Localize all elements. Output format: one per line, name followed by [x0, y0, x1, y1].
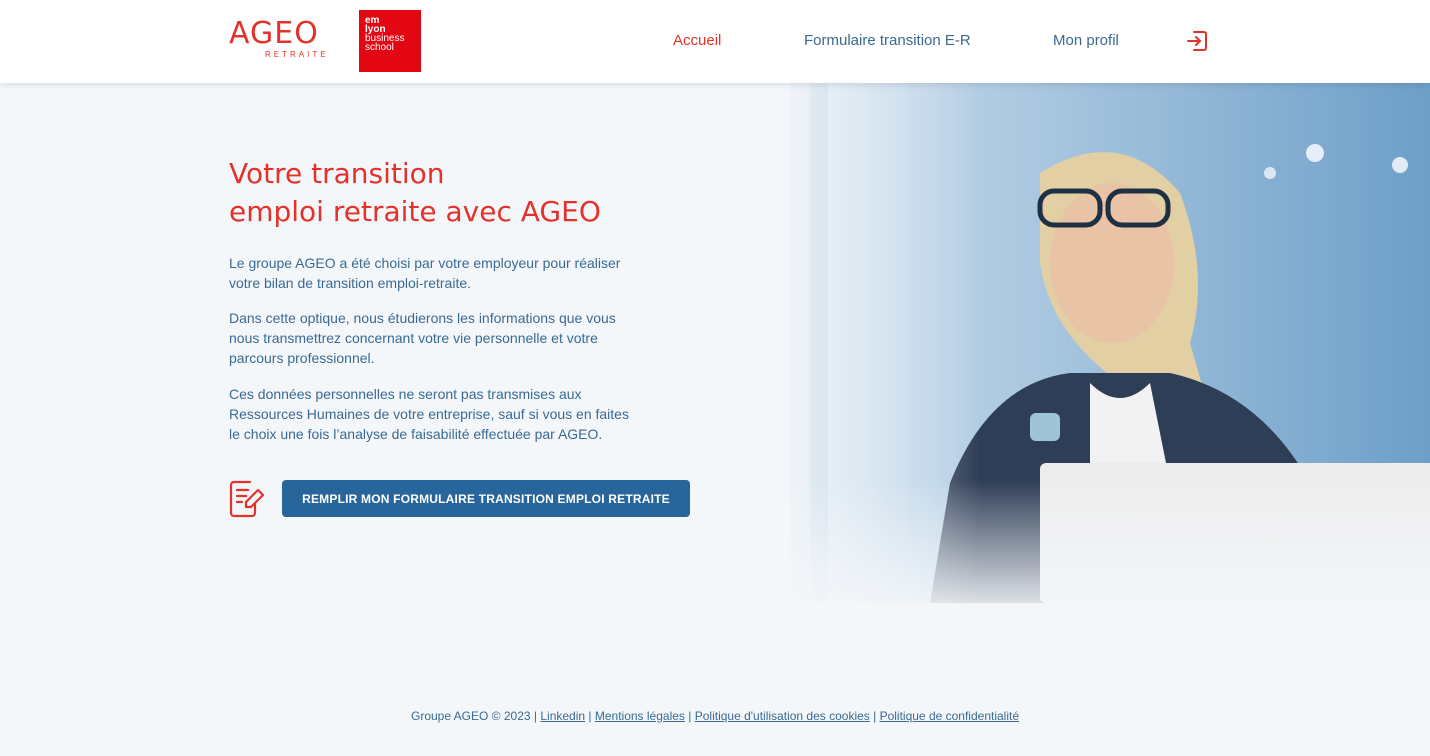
hero-fade-bottom-overlay	[790, 480, 1430, 620]
copyright-text: Groupe AGEO © 2023	[410, 709, 531, 723]
footer-link-cookies-policy[interactable]: Politique d'utilisation des cookies	[695, 709, 870, 723]
ageo-logo-word: AGEO	[229, 16, 319, 51]
nav-accueil[interactable]: Accueil	[673, 31, 721, 51]
ageo-logo[interactable]: AGEO RETRAITE	[229, 18, 331, 64]
emlyon-logo-line: school	[365, 42, 394, 53]
purpose-paragraph: Dans cette optique, nous étudierons les …	[229, 310, 616, 366]
page-title: Votre transition emploi retraite avec AG…	[229, 155, 601, 231]
site-footer: Groupe AGEO © 2023 | Linkedin | Mentions…	[410, 709, 1020, 723]
emlyon-logo[interactable]: em lyon business school	[359, 10, 421, 72]
site-header: AGEO RETRAITE em lyon business school Ac…	[0, 0, 1430, 83]
ageo-logo-subtitle: RETRAITE	[265, 50, 329, 59]
page-title-line1: Votre transition	[229, 157, 445, 190]
fill-form-button[interactable]: REMPLIR MON FORMULAIRE TRANSITION EMPLOI…	[282, 480, 690, 517]
page-title-line2: emploi retraite avec AGEO	[229, 195, 601, 228]
nav-formulaire-transition[interactable]: Formulaire transition E-R	[804, 31, 971, 51]
nav-mon-profil[interactable]: Mon profil	[1053, 31, 1119, 51]
form-edit-icon	[228, 478, 266, 518]
footer-link-privacy-policy[interactable]: Politique de confidentialité	[880, 709, 1019, 723]
footer-link-mentions-legales[interactable]: Mentions légales	[595, 709, 685, 723]
logout-icon[interactable]	[1185, 29, 1209, 53]
privacy-paragraph: Ces données personnelles ne seront pas t…	[229, 386, 629, 442]
intro-paragraph: Le groupe AGEO a été choisi par votre em…	[229, 255, 621, 291]
footer-link-linkedin[interactable]: Linkedin	[540, 709, 585, 723]
